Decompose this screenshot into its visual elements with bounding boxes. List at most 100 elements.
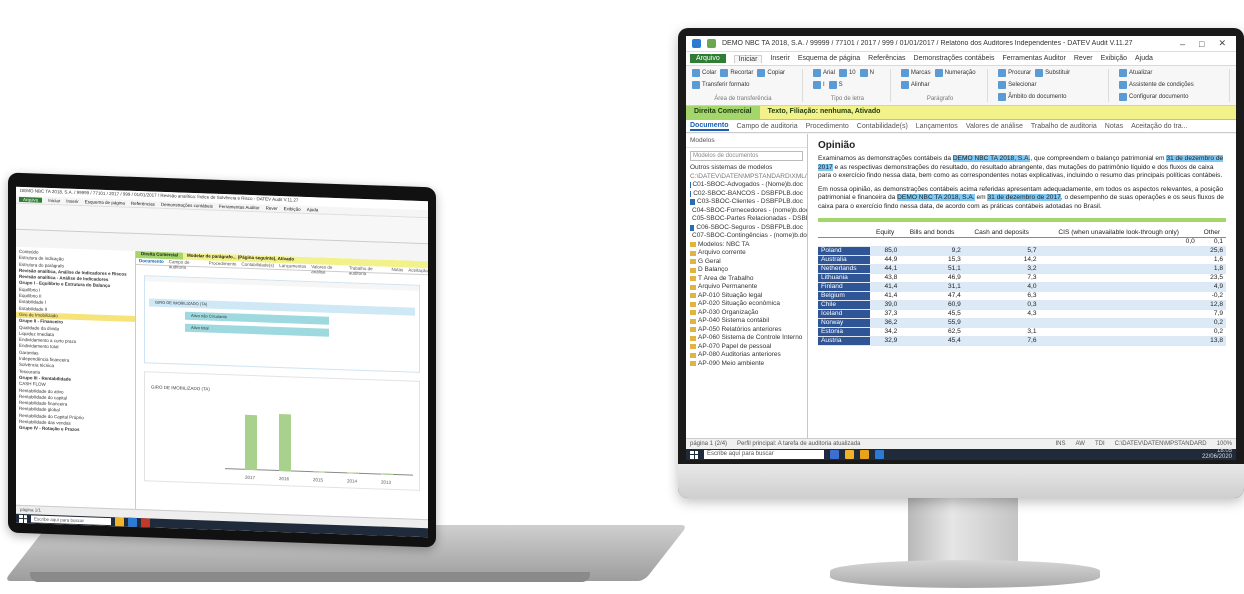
ribbon-button[interactable]: Procurar	[998, 69, 1031, 77]
ribbon-button[interactable]: Colar	[692, 69, 716, 77]
ribbon-tab[interactable]: Arquivo	[19, 196, 43, 203]
ribbon-tab[interactable]: Referências	[131, 201, 155, 207]
undo-icon[interactable]	[707, 39, 716, 48]
ribbon-button[interactable]: Marcas	[900, 69, 931, 77]
tree-item[interactable]: C05-SBOC-Partes Relacionadas - DSBFPLB.d…	[686, 215, 807, 224]
word-icon[interactable]	[128, 517, 137, 528]
taskbar-search[interactable]: Escribe aquí para buscar	[704, 450, 824, 459]
ribbon-button[interactable]: N	[859, 69, 874, 77]
close-icon[interactable]: ✕	[1214, 38, 1230, 49]
ribbon-button[interactable]: Substituir	[1035, 69, 1070, 77]
doc-tab[interactable]: Notas	[391, 267, 403, 273]
ribbon-button[interactable]: Arial	[812, 69, 835, 77]
tree-item[interactable]: AP-080 Auditorias anteriores	[686, 351, 807, 360]
word-icon[interactable]	[875, 450, 884, 459]
doc-tab[interactable]: Aceitação	[408, 268, 428, 275]
tree-item[interactable]: Arquivo Permanente	[686, 283, 807, 292]
tree-item[interactable]: AP-070 Papel de pessoal	[686, 343, 807, 352]
ribbon-button[interactable]: S	[828, 81, 843, 89]
ribbon-tab[interactable]: Arquivo	[690, 54, 726, 63]
tree-item[interactable]: AP-020 Situação econômica	[686, 300, 807, 309]
ribbon-tab[interactable]: Exibição	[1101, 55, 1127, 62]
doc-tab[interactable]: Campo de auditoria	[169, 259, 204, 270]
entity-field-2[interactable]: DEMO NBC TA 2018, S.A.	[897, 194, 975, 202]
zoom-level[interactable]: 100%	[1217, 441, 1232, 447]
doc-tab[interactable]: Trabalho de auditoria	[349, 265, 387, 276]
tree-item[interactable]: C01-SBOC-Advogados - (Nome)b.doc	[686, 181, 807, 190]
minimize-icon[interactable]: –	[1176, 39, 1189, 49]
entity-field[interactable]: DEMO NBC TA 2018, S.A.	[952, 155, 1031, 162]
tree-item[interactable]: AP-010 Situação legal	[686, 292, 807, 301]
ribbon-button[interactable]: Alinhar	[900, 81, 930, 89]
tree-item[interactable]: C02-SBOC-BANCOS - DSBFPLB.doc	[686, 190, 807, 199]
windows-start-icon[interactable]	[690, 450, 698, 459]
explorer-icon[interactable]	[115, 517, 124, 527]
nav-section[interactable]: Outros sistemas de modelos	[686, 164, 807, 173]
ribbon-tab[interactable]: Inserir	[770, 55, 789, 62]
ribbon-button[interactable]: Atualizar	[1119, 69, 1152, 77]
doc-tab[interactable]: Valores de análise	[311, 264, 344, 274]
maximize-icon[interactable]: □	[1195, 39, 1208, 49]
chrome-icon[interactable]	[845, 450, 854, 459]
tree-item[interactable]: C06-SBOC-Seguros - DSBFPLB.doc	[686, 224, 807, 233]
ribbon-button[interactable]: Numeração	[934, 69, 976, 77]
doc-tab[interactable]: Procedimento	[806, 123, 849, 130]
doc-tab[interactable]: Valores de análise	[966, 123, 1023, 130]
ribbon-tab[interactable]: Rever	[266, 206, 278, 211]
doc-tab[interactable]: Documento	[139, 258, 164, 265]
doc-tab[interactable]: Contabilidade(s)	[241, 262, 274, 269]
ribbon-tab[interactable]: Demonstrações contábeis	[161, 202, 213, 209]
doc-tab[interactable]: Procedimento	[209, 261, 237, 268]
ribbon-tab[interactable]: Exibição	[284, 206, 301, 212]
tree-item[interactable]: C03-SBOC-Clientes - DSBFPLB.doc	[686, 198, 807, 207]
tree-item[interactable]: AP-030 Organização	[686, 309, 807, 318]
datev-icon[interactable]	[141, 518, 150, 528]
ribbon-tab[interactable]: Iniciar	[48, 198, 60, 203]
ribbon-tab[interactable]: Demonstrações contábeis	[914, 55, 995, 62]
ribbon-tab[interactable]: Referências	[868, 55, 905, 62]
ribbon-tab[interactable]: Inserir	[66, 199, 79, 204]
ribbon-button[interactable]: Transferir formato	[692, 81, 749, 89]
windows-start-icon[interactable]	[19, 514, 27, 523]
tree-item[interactable]: Modelos: NBC TA	[686, 241, 807, 250]
tree-item[interactable]: AP-060 Sistema de Controle Interno	[686, 334, 807, 343]
ribbon-tab[interactable]: Ajuda	[307, 207, 319, 212]
nav-search-input[interactable]: Modelos de documentos	[690, 151, 803, 161]
doc-tab[interactable]: Documento	[690, 122, 729, 131]
doc-tab[interactable]: Contabilidade(s)	[857, 123, 908, 130]
ribbon-tab[interactable]: Ajuda	[1135, 55, 1153, 62]
tree-item[interactable]: D Balanço	[686, 266, 807, 275]
ribbon-button[interactable]: Recortar	[720, 69, 753, 77]
ribbon-button[interactable]: Âmbito do documento	[998, 93, 1066, 101]
doc-tab[interactable]: Notas	[1105, 123, 1123, 130]
explorer-icon[interactable]	[860, 450, 869, 459]
tree-item[interactable]: C04-SBOC-Fornecedores - (nome)b.doc	[686, 207, 807, 216]
tree-item[interactable]: C07-SBOC-Contingências - (nome)b.doc	[686, 232, 807, 241]
ribbon-button[interactable]: Selecionar	[998, 81, 1036, 89]
ribbon-button[interactable]: 10	[838, 69, 856, 77]
tree-item[interactable]: AP-040 Sistema contábil	[686, 317, 807, 326]
doc-tab[interactable]: Trabalho de auditoria	[1031, 123, 1097, 130]
tree-item[interactable]: AP-090 Meio ambiente	[686, 360, 807, 369]
doc-tab[interactable]: Aceitação do tra...	[1131, 123, 1187, 130]
task-view-icon[interactable]	[830, 450, 839, 459]
ribbon-button[interactable]: Configurar documento	[1119, 93, 1188, 101]
tree-item[interactable]: AP-050 Relatórios anteriores	[686, 326, 807, 335]
date-field-2[interactable]: 31 de dezembro de 2017	[987, 194, 1061, 202]
doc-category-text[interactable]: Texto, Filiação: nenhuma, Ativado	[759, 106, 1236, 119]
tree-item[interactable]: T Área de Trabalho	[686, 275, 807, 284]
ribbon-button[interactable]: I	[812, 81, 825, 89]
doc-tab[interactable]: Lançamentos	[279, 263, 306, 270]
tree-item[interactable]: G Geral	[686, 258, 807, 267]
tree-item[interactable]: Arquivo corrente	[686, 249, 807, 258]
ribbon-tab[interactable]: Rever	[1074, 55, 1093, 62]
ribbon-tab[interactable]: Ferramentas Auditor	[1002, 55, 1065, 62]
doc-tab[interactable]: Campo de auditoria	[737, 123, 798, 130]
ribbon-button[interactable]: Copiar	[757, 69, 785, 77]
laptop-taskbar-search[interactable]: Escribe aquí para buscar	[31, 515, 111, 526]
doc-tab[interactable]: Lançamentos	[916, 123, 958, 130]
ribbon-tab[interactable]: Iniciar	[733, 54, 763, 63]
ribbon-button[interactable]: Assistente de condições	[1119, 81, 1194, 89]
ribbon-tab[interactable]: Esquema de página	[798, 55, 860, 62]
save-icon[interactable]	[692, 39, 701, 48]
